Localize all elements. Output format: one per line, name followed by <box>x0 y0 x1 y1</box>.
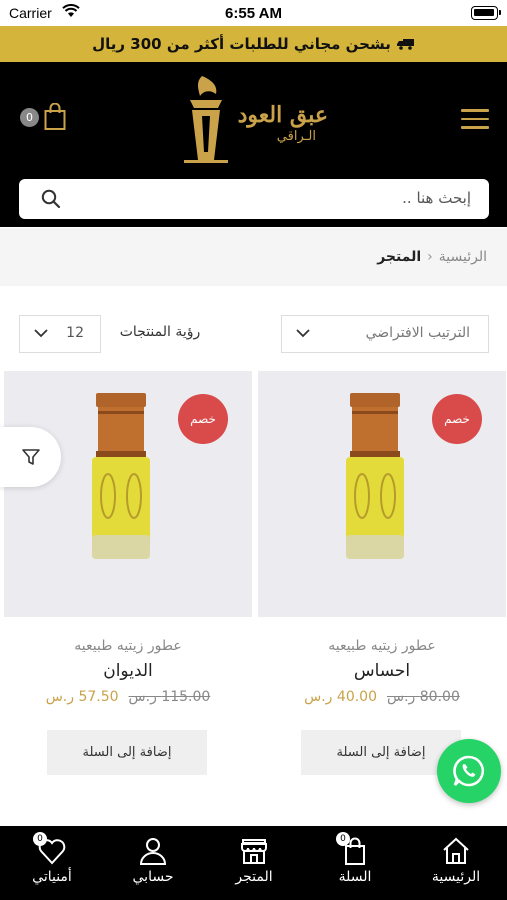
product-name[interactable]: الديوان <box>4 661 252 681</box>
filter-button[interactable] <box>0 427 61 487</box>
sale-price: 40.00 ر.س <box>304 689 377 705</box>
tab-wishlist[interactable]: 0 أمنياتي <box>12 832 92 885</box>
truck-icon <box>396 39 414 50</box>
filter-icon <box>22 449 40 465</box>
clock: 6:55 AM <box>225 5 282 22</box>
battery-icon <box>471 6 501 20</box>
chevron-down-icon <box>296 329 310 338</box>
search-placeholder: إبحث هنا .. <box>402 189 471 207</box>
product-price: 115.00 ر.س 57.50 ر.س <box>4 689 252 705</box>
user-icon <box>139 838 167 865</box>
chevron-down-icon <box>34 329 48 338</box>
product-category[interactable]: عطور زيتيه طبيعيه <box>258 638 506 654</box>
tab-store-label: المتجر <box>235 869 273 885</box>
whatsapp-button[interactable] <box>437 739 501 803</box>
promo-text: بشحن مجاني للطلبات أكثر من 300 ريال <box>92 35 391 53</box>
wishlist-tab-icon-wrap: 0 <box>33 832 67 866</box>
logo-emblem-icon <box>184 76 228 163</box>
store-icon <box>241 839 267 864</box>
menu-icon[interactable] <box>461 109 489 131</box>
search-input[interactable]: إبحث هنا .. <box>19 179 489 219</box>
per-page-value: 12 <box>66 325 84 341</box>
breadcrumb-current: المتجر <box>377 249 422 265</box>
product-category[interactable]: عطور زيتيه طبيعيه <box>4 638 252 654</box>
sale-badge: خصم <box>432 394 482 444</box>
whatsapp-icon <box>453 755 485 787</box>
breadcrumb: الرئيسية ‹ المتجر <box>0 228 507 286</box>
tab-wishlist-label: أمنياتي <box>32 869 72 885</box>
sort-value: الترتيب الافتراضي <box>365 325 470 341</box>
logo-title: عبق العود <box>237 102 328 128</box>
product-name[interactable]: احساس <box>258 661 506 681</box>
tab-home-label: الرئيسية <box>431 869 481 885</box>
product-price: 80.00 ر.س 40.00 ر.س <box>258 689 506 705</box>
cart-tab-count: 0 <box>336 832 350 846</box>
old-price: 115.00 ر.س <box>128 689 211 705</box>
home-icon <box>443 837 469 864</box>
free-shipping-banner: بشحن مجاني للطلبات أكثر من 300 ريال <box>0 26 507 62</box>
tab-cart[interactable]: 0 السلة <box>315 832 395 885</box>
cart-icon[interactable] <box>44 103 66 131</box>
tab-account-label: حسابي <box>132 869 174 885</box>
wishlist-tab-count: 0 <box>33 832 47 846</box>
sort-dropdown[interactable]: الترتيب الافتراضي <box>281 315 489 353</box>
tab-home[interactable]: الرئيسية <box>416 836 496 885</box>
brand-logo[interactable]: عبق العود الـراقي <box>178 72 338 164</box>
add-to-cart-button[interactable]: إضافة إلى السلة <box>47 730 207 775</box>
cart-tab-icon-wrap: 0 <box>336 832 370 866</box>
per-page-dropdown[interactable]: 12 <box>19 315 101 353</box>
tab-account[interactable]: حسابي <box>113 836 193 885</box>
per-page-label: رؤية المنتجات <box>119 324 201 340</box>
breadcrumb-separator: ‹ <box>427 249 433 265</box>
product-card[interactable]: خصم عطور زيتيه طبيعيه احساس 80.00 ر.س 40… <box>258 371 506 791</box>
tab-store[interactable]: المتجر <box>214 836 294 885</box>
old-price: 80.00 ر.س <box>387 689 460 705</box>
tab-cart-label: السلة <box>338 869 372 885</box>
cart-count-badge: 0 <box>20 108 39 127</box>
bottom-tab-bar: الرئيسية 0 السلة المتجر حسابي 0 أمنياتي <box>0 826 507 900</box>
status-bar: Carrier 6:55 AM <box>0 0 507 26</box>
sale-price: 57.50 ر.س <box>45 689 119 705</box>
search-icon[interactable] <box>41 189 61 209</box>
sale-badge: خصم <box>178 394 228 444</box>
breadcrumb-home-link[interactable]: الرئيسية <box>439 249 487 265</box>
logo-subtitle: الـراقي <box>276 129 316 144</box>
